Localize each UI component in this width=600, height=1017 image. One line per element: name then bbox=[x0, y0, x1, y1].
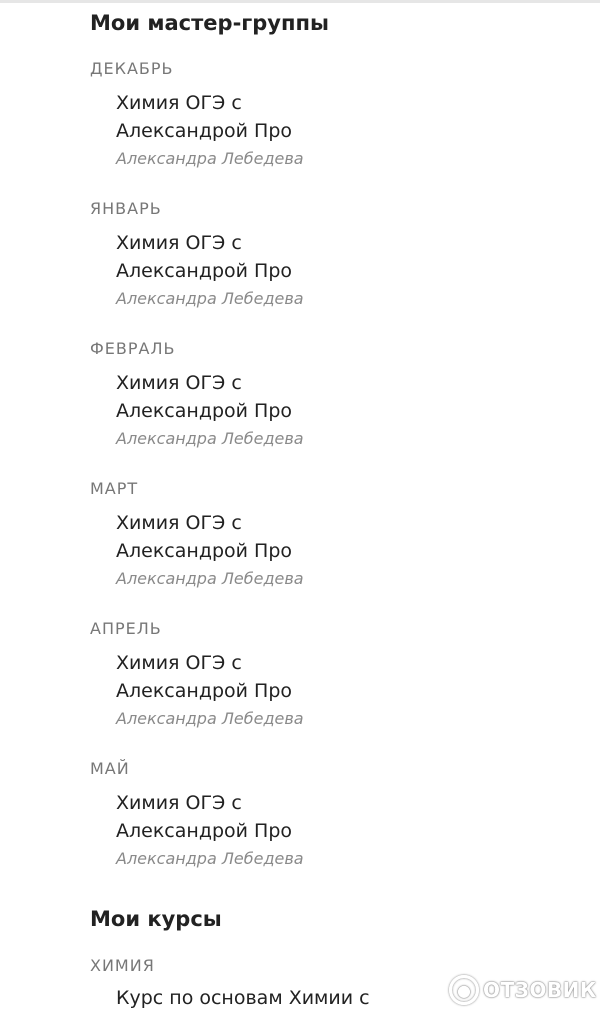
group-author: Александра Лебедева bbox=[116, 709, 304, 728]
group-entry-december[interactable]: Химия ОГЭ с Александрой Про Александра Ле… bbox=[116, 89, 416, 171]
group-title[interactable]: Химия ОГЭ с Александрой Про bbox=[116, 789, 416, 845]
group-author: Александра Лебедева bbox=[116, 289, 304, 308]
month-label-march: МАРТ bbox=[90, 479, 139, 498]
group-entry-january[interactable]: Химия ОГЭ с Александрой Про Александра Ле… bbox=[116, 229, 416, 311]
group-title[interactable]: Химия ОГЭ с Александрой Про bbox=[116, 369, 416, 425]
month-label-december: ДЕКАБРЬ bbox=[90, 59, 174, 78]
watermark-text: ОТЗОВИК bbox=[483, 978, 597, 1002]
month-label-april: АПРЕЛЬ bbox=[90, 619, 162, 638]
group-title[interactable]: Химия ОГЭ с Александрой Про bbox=[116, 89, 416, 145]
page: Мои мастер-группы ДЕКАБРЬ Химия ОГЭ с Але… bbox=[0, 0, 600, 1017]
month-label-may: МАЙ bbox=[90, 759, 130, 778]
master-groups-heading: Мои мастер-группы bbox=[90, 11, 329, 35]
group-author: Александра Лебедева bbox=[116, 149, 304, 168]
group-title[interactable]: Химия ОГЭ с Александрой Про bbox=[116, 649, 416, 705]
group-author: Александра Лебедева bbox=[116, 849, 304, 868]
otzovik-logo-icon: ● bbox=[449, 975, 479, 1005]
month-label-february: ФЕВРАЛЬ bbox=[90, 339, 176, 358]
group-entry-april[interactable]: Химия ОГЭ с Александрой Про Александра Ле… bbox=[116, 649, 416, 731]
month-label-january: ЯНВАРЬ bbox=[90, 199, 162, 218]
subject-label-chemistry: ХИМИЯ bbox=[90, 956, 155, 975]
course-title[interactable]: Курс по основам Химии с bbox=[116, 984, 370, 1012]
group-author: Александра Лебедева bbox=[116, 429, 304, 448]
courses-heading: Мои курсы bbox=[90, 907, 222, 931]
group-entry-march[interactable]: Химия ОГЭ с Александрой Про Александра Ле… bbox=[116, 509, 416, 591]
group-author: Александра Лебедева bbox=[116, 569, 304, 588]
group-title[interactable]: Химия ОГЭ с Александрой Про bbox=[116, 509, 416, 565]
group-title[interactable]: Химия ОГЭ с Александрой Про bbox=[116, 229, 416, 285]
top-divider bbox=[0, 0, 600, 3]
group-entry-february[interactable]: Химия ОГЭ с Александрой Про Александра Ле… bbox=[116, 369, 416, 451]
otzovik-watermark: ● ОТЗОВИК bbox=[449, 972, 597, 1008]
group-entry-may[interactable]: Химия ОГЭ с Александрой Про Александра Ле… bbox=[116, 789, 416, 871]
